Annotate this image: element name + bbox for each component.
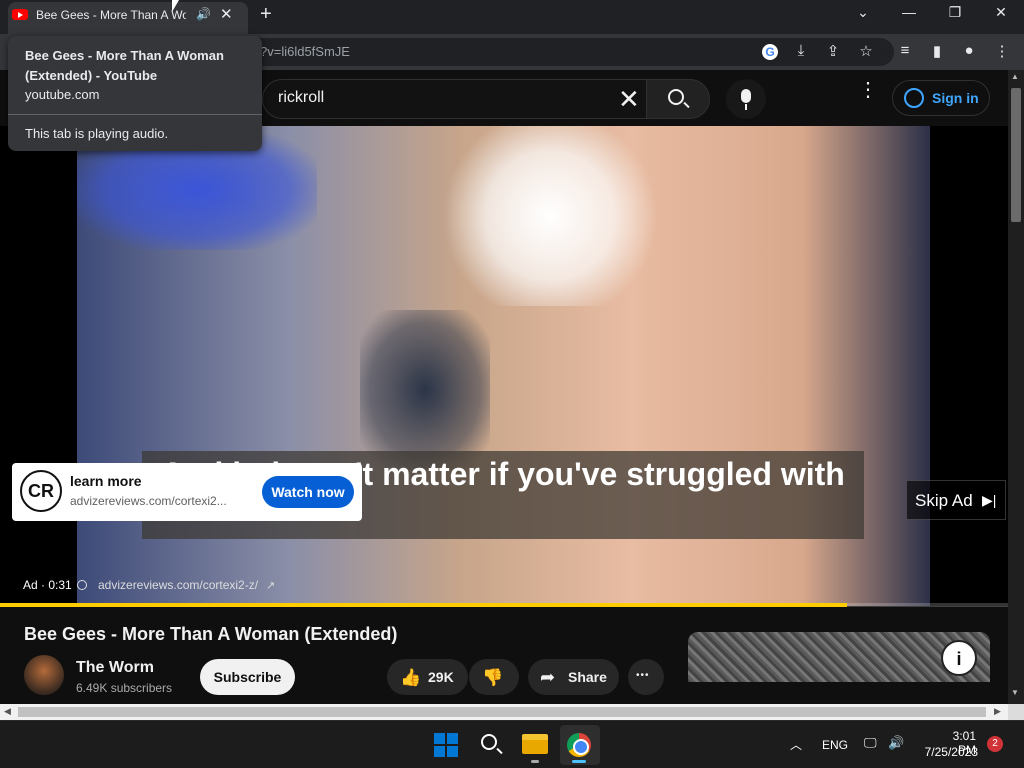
video-device-shape — [360, 310, 490, 470]
hover-card-divider — [8, 114, 262, 115]
tab-close-icon[interactable]: ✕ — [220, 5, 233, 23]
scroll-up-icon[interactable]: ▲ — [1011, 72, 1019, 81]
windows-start-icon[interactable] — [434, 733, 458, 757]
clear-search-icon[interactable]: ✕ — [618, 84, 640, 115]
more-horizontal-icon: ••• — [636, 670, 650, 681]
skip-next-icon: ▶| — [982, 492, 997, 508]
hover-card-domain: youtube.com — [25, 87, 100, 102]
search-query[interactable]: rickroll — [278, 89, 324, 107]
ad-countdown: Ad · 0:31 — [23, 578, 72, 592]
scroll-right-icon[interactable]: ▶ — [994, 706, 1001, 717]
bookmark-star-icon[interactable]: ☆ — [856, 42, 876, 60]
scrollbar-corner — [1008, 704, 1024, 720]
video-light-glare — [440, 126, 660, 306]
thumbs-down-icon: 👎 — [482, 668, 504, 687]
media-controls-icon[interactable]: ≡ — [895, 42, 915, 59]
tab-hover-card: Bee Gees - More Than A Woman (Extended) … — [8, 36, 262, 151]
microphone-icon — [741, 89, 751, 110]
account-icon — [904, 88, 924, 108]
ad-card-domain[interactable]: advizereviews.com/cortexi2... — [70, 494, 248, 508]
show-hidden-icons-icon[interactable]: ︿ — [790, 736, 802, 753]
tab-search-chevron-icon[interactable]: ⌄ — [840, 4, 886, 28]
video-title: Bee Gees - More Than A Woman (Extended) — [24, 624, 398, 644]
tab-audio-icon[interactable]: 🔊 — [196, 7, 211, 21]
hover-card-title: Bee Gees - More Than A Woman (Extended) … — [25, 48, 224, 83]
tab-title: Bee Gees - More Than A Woman — [36, 8, 186, 22]
active-indicator — [572, 760, 586, 763]
file-explorer-icon[interactable] — [522, 734, 548, 754]
share-page-icon[interactable]: ⇪ — [823, 42, 843, 60]
taskbar-search-icon[interactable] — [481, 734, 497, 750]
clock-date[interactable]: 7/25/2023 — [918, 745, 978, 759]
profile-icon[interactable]: ● — [959, 42, 979, 59]
running-indicator — [531, 760, 539, 763]
volume-icon[interactable]: 🔊 — [888, 735, 904, 751]
google-lens-icon[interactable]: G — [762, 44, 778, 60]
restore-button[interactable]: ❐ — [932, 4, 978, 28]
channel-name[interactable]: The Worm — [76, 659, 154, 677]
scroll-left-icon[interactable]: ◀ — [4, 706, 11, 717]
like-count: 29K — [428, 669, 454, 685]
share-icon: ➦ — [540, 667, 556, 687]
search-icon — [668, 89, 684, 105]
vertical-scroll-thumb[interactable] — [1011, 88, 1021, 222]
close-window-button[interactable]: ✕ — [978, 4, 1024, 28]
minimize-button[interactable]: — — [886, 4, 932, 28]
notification-badge[interactable]: 2 — [987, 736, 1003, 752]
scroll-down-icon[interactable]: ▼ — [1011, 688, 1019, 697]
network-icon[interactable]: 🖵 — [864, 735, 877, 751]
sign-in-label: Sign in — [932, 90, 979, 106]
channel-avatar[interactable] — [24, 655, 64, 695]
side-panel-icon[interactable]: ▮ — [927, 42, 947, 60]
mouse-cursor-icon — [172, 0, 179, 12]
watch-now-button[interactable]: Watch now — [262, 476, 354, 508]
advertiser-logo[interactable]: CR — [20, 470, 62, 512]
chrome-icon — [567, 733, 591, 757]
share-label: Share — [568, 669, 607, 685]
youtube-favicon-icon — [12, 9, 28, 20]
address-url[interactable]: ?v=li6ld5fSmJE — [260, 44, 350, 59]
input-language[interactable]: ENG — [822, 738, 848, 752]
chrome-menu-icon[interactable]: ⋮ — [992, 42, 1012, 60]
subscriber-count: 6.49K subscribers — [76, 681, 173, 695]
new-tab-button[interactable]: + — [260, 3, 272, 26]
install-app-icon[interactable]: ⤓ — [791, 42, 811, 59]
thumbs-up-icon: 👍 — [400, 668, 422, 687]
ad-info-icon[interactable] — [77, 580, 87, 590]
ad-url-link[interactable]: advizereviews.com/cortexi2-z/ — [98, 578, 258, 592]
hover-card-audio-status: This tab is playing audio. — [25, 126, 169, 141]
ad-card-title[interactable]: learn more — [70, 473, 142, 489]
external-link-icon: ↗ — [266, 580, 276, 592]
info-button[interactable]: i — [941, 640, 977, 676]
settings-more-icon[interactable]: ⋮ — [858, 80, 878, 100]
companion-ad-bottom — [688, 682, 990, 704]
horizontal-scroll-thumb[interactable] — [18, 707, 986, 717]
subscribe-button[interactable]: Subscribe — [200, 659, 295, 695]
